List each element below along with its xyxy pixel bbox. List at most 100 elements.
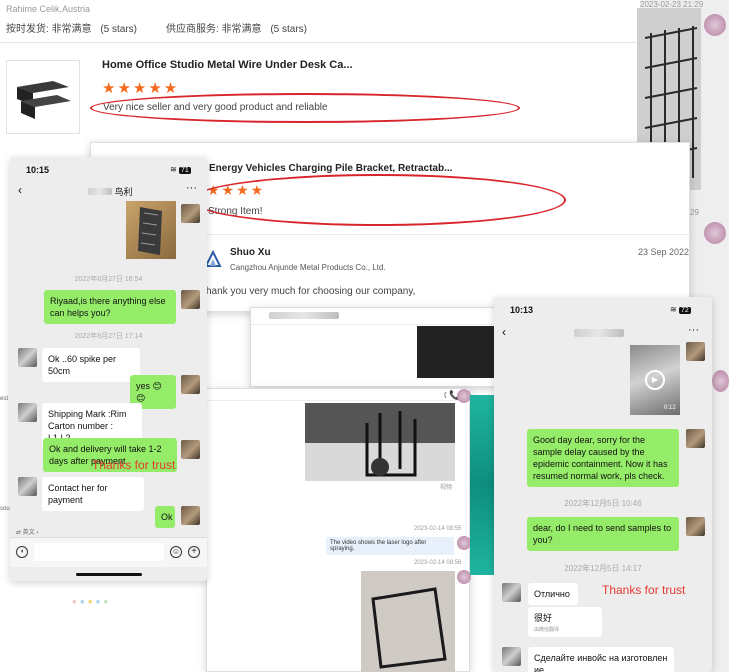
chat-photo[interactable]: [126, 201, 176, 259]
rack-photo-image: [138, 207, 162, 255]
middle-avatar-2: [457, 536, 471, 550]
service-rating: 供应商服务: 非常满意 (5 stars): [166, 20, 307, 35]
divider: [206, 400, 470, 401]
signal-icons: ≋ 72: [670, 305, 691, 314]
rating-stars-1: ★★★★★: [102, 80, 180, 97]
video-caption: The video shows the laser logo after spr…: [326, 537, 454, 555]
chat-timestamp: 2022年12月5日 14:17: [564, 564, 642, 573]
play-icon[interactable]: ▶: [645, 370, 665, 390]
highlight-ellipse-2: [190, 174, 566, 226]
voice-icon[interactable]: ◖: [16, 546, 28, 558]
translated-text: 很好: [534, 613, 553, 623]
chat-timestamp: 2022年12月5日 10:46: [564, 499, 642, 508]
middle-timestamp-2: 2023-02-14 08:56: [414, 560, 462, 566]
right-partial-text: 29: [690, 208, 699, 217]
thanks-for-trust-annotation: Thanks for trust: [602, 583, 686, 597]
contact-avatar: [502, 583, 521, 602]
chat-screenshot-top: [250, 307, 495, 387]
right-avatar-1: [704, 14, 726, 36]
back-icon[interactable]: ‹: [502, 325, 506, 339]
product-title-2[interactable]: Energy Vehicles Charging Pile Bracket, R…: [209, 163, 452, 174]
translate-icon: ⇄: [16, 530, 22, 536]
contact-avatar: [18, 403, 37, 422]
right-avatar-3: [712, 370, 729, 392]
translate-note: 由微信翻译: [534, 627, 560, 633]
thanks-for-trust-annotation: Thanks for trust: [92, 458, 176, 472]
right-avatar-2: [704, 222, 726, 244]
workshop-image: [305, 403, 455, 481]
chat-bubble-outgoing: Riyaad,is there anything else can helps …: [44, 290, 176, 324]
self-avatar: [181, 375, 200, 394]
chat-timestamp: 2022年8月27日 16:54: [74, 276, 143, 283]
blurred-contact-name: [574, 329, 624, 337]
page-dots[interactable]: ●●●●●: [72, 597, 111, 606]
translate-label: 英文: [22, 530, 35, 536]
wifi-icon: ≋: [670, 305, 677, 314]
responder-company: Cangzhou Anjunde Metal Products Co., Ltd…: [230, 263, 386, 272]
home-indicator: [76, 573, 142, 576]
shipping-label: 按时发货:: [6, 24, 49, 35]
more-icon[interactable]: ···: [688, 324, 699, 336]
divider: [251, 324, 494, 325]
contact-avatar: [502, 647, 521, 666]
plus-icon[interactable]: +: [188, 546, 200, 558]
signal-icons: ≋ 71: [170, 165, 191, 174]
shipping-stars: (5 stars): [100, 24, 138, 35]
product-thumbnail-1: [6, 60, 80, 134]
self-avatar: [686, 517, 705, 536]
left-phone-screenshot: 10:15 ≋ 71 ‹ 鸟利 ··· 2022年8月27日 16:54 Riy…: [10, 157, 207, 581]
status-time: 10:13: [510, 305, 534, 315]
more-icon[interactable]: ···: [186, 182, 197, 194]
contact-avatar: [18, 477, 37, 496]
message-input[interactable]: [34, 543, 164, 561]
dark-video-thumbnail: [417, 326, 495, 378]
chat-bubble-incoming: Отлично: [528, 583, 578, 605]
highlight-ellipse-1: [90, 93, 520, 123]
divider: [205, 234, 690, 235]
response-date: 23 Sep 2022: [638, 247, 690, 257]
laser-logo-photo: [305, 403, 455, 481]
contact-avatar: [18, 348, 37, 367]
shipping-value: 非常满意: [51, 24, 92, 35]
translated-message: 很好 由微信翻译: [528, 607, 602, 637]
product-title-1[interactable]: Home Office Studio Metal Wire Under Desk…: [102, 59, 353, 71]
translate-indicator[interactable]: ⇄ 英文 ›: [16, 527, 38, 536]
emoji-icon[interactable]: ☺: [170, 546, 182, 558]
contact-name: 鸟利: [88, 185, 133, 198]
middle-avatar-1: [457, 389, 471, 403]
frame-image: [361, 571, 455, 672]
video-duration: 0:12: [664, 405, 676, 411]
battery-icon: 71: [178, 167, 191, 174]
shipping-rating: 按时发货: 非常满意 (5 stars): [6, 20, 137, 35]
right-timestamp: 2023-02-23 21:29: [640, 0, 704, 9]
desk-shelf-icon: [17, 81, 71, 119]
left-edge-text-1: est: [0, 396, 9, 402]
middle-avatar-3: [457, 570, 471, 584]
contact-name-text: 鸟利: [114, 187, 133, 197]
chat-bubble-incoming: Contact her for payment: [42, 477, 144, 511]
chat-bubble-outgoing: Good day dear, sorry for the sample dela…: [527, 429, 679, 487]
wifi-icon: ≋: [170, 165, 177, 174]
chat-video[interactable]: ▶ 0:12: [630, 345, 680, 415]
response-text: hank you very much for choosing our comp…: [206, 286, 416, 297]
back-icon[interactable]: ‹: [18, 183, 22, 197]
service-stars: (5 stars): [270, 24, 308, 35]
self-avatar: [686, 342, 705, 361]
service-label: 供应商服务:: [166, 24, 219, 35]
chat-bubble-outgoing: Ok: [155, 506, 175, 528]
left-edge-text-2: sou: [0, 506, 10, 512]
chat-bubble-outgoing: dear, do I need to send samples to you?: [527, 517, 679, 551]
self-avatar: [181, 290, 200, 309]
self-avatar: [181, 204, 200, 223]
divider: [0, 42, 640, 43]
blurred-name: [88, 188, 112, 195]
battery-icon: 72: [678, 307, 691, 314]
responder-name: Shuo Xu: [230, 247, 271, 258]
file-label: 视频: [440, 485, 453, 491]
chat-bubble-incoming: Сделайте инвойс на изготовлен ие: [528, 647, 674, 672]
status-time: 10:15: [26, 165, 50, 175]
self-avatar: [181, 440, 200, 459]
middle-timestamp-1: 2023-02-14 08:55: [414, 526, 462, 532]
chat-timestamp: 2022年8月27日 17:14: [74, 333, 143, 340]
metal-frame-photo: [361, 571, 455, 672]
